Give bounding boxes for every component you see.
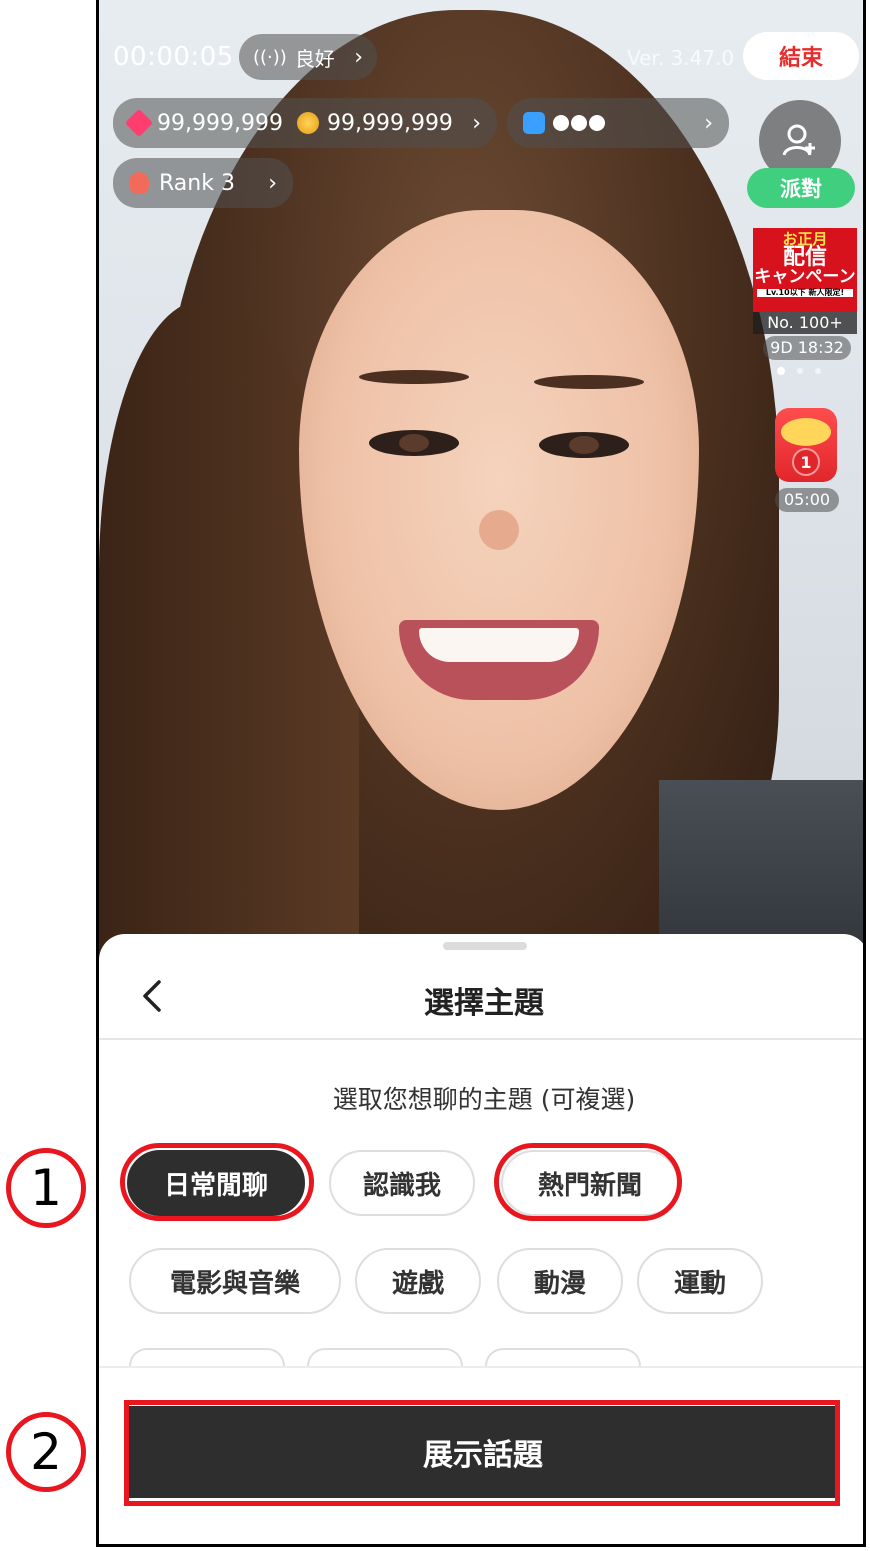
network-status-button[interactable]: ((·)) 良好 › xyxy=(239,34,377,80)
left-eye xyxy=(369,430,459,456)
bot-icon xyxy=(523,112,545,134)
left-eyebrow xyxy=(359,370,469,384)
sheet-drag-handle[interactable] xyxy=(443,942,527,950)
rank-button[interactable]: Rank 3 › xyxy=(113,158,293,208)
bear-icon xyxy=(129,172,149,194)
add-user-icon xyxy=(782,124,815,156)
topic-sheet: 選擇主題 選取您想聊的主題 (可複選) 日常閒聊 認識我 熱門新聞 電影與音樂 … xyxy=(99,934,863,1544)
campaign-line2: 配信 xyxy=(782,245,827,270)
check-dot-icon xyxy=(589,115,605,131)
points-value: 99,999,999 xyxy=(157,110,283,136)
red-envelope-timer: 05:00 xyxy=(775,488,839,512)
teeth xyxy=(419,628,579,662)
end-stream-button[interactable]: 結束 xyxy=(743,32,859,80)
campaign-banner[interactable]: お正月 配信 キャンペーン Lv.10以下 新人限定! xyxy=(753,228,857,312)
campaign-rank: No. 100+ xyxy=(753,312,857,334)
pager-dot-active xyxy=(777,367,785,375)
campaign-line3: キャンペーン xyxy=(754,267,856,287)
topic-tag-know-me[interactable]: 認識我 xyxy=(329,1150,475,1216)
chevron-right-icon: › xyxy=(704,110,713,136)
coin-icon xyxy=(296,112,319,134)
party-button[interactable]: 派對 xyxy=(747,168,855,208)
nose xyxy=(479,510,519,550)
coin-lid-icon xyxy=(781,418,831,446)
bot-dots xyxy=(553,115,607,131)
show-topic-button[interactable]: 展示話題 xyxy=(129,1406,837,1498)
rank-label: Rank 3 xyxy=(159,170,235,196)
chevron-right-icon: › xyxy=(268,170,277,196)
chevron-right-icon: › xyxy=(472,110,481,136)
red-envelope-count: 1 xyxy=(792,448,820,476)
topic-tag-sports[interactable]: 運動 xyxy=(637,1248,763,1314)
topic-tag-movies-music[interactable]: 電影與音樂 xyxy=(129,1248,341,1314)
star-gem-icon xyxy=(124,108,154,138)
title-divider xyxy=(99,1038,863,1040)
red-envelope-button[interactable]: 1 xyxy=(775,408,837,482)
right-eye xyxy=(539,432,629,458)
check-dot-icon xyxy=(571,115,587,131)
chevron-right-icon: › xyxy=(354,44,363,70)
coins-value: 99,999,999 xyxy=(326,110,453,136)
bot-status-button[interactable]: › xyxy=(507,98,729,148)
topic-tag-hot-news[interactable]: 熱門新聞 xyxy=(501,1150,679,1216)
topic-tag-partial[interactable] xyxy=(129,1348,285,1366)
check-dot-icon xyxy=(553,115,569,131)
step-marker-2: 2 xyxy=(6,1412,86,1492)
streamer-top xyxy=(659,780,863,960)
topic-tag-partial[interactable] xyxy=(485,1348,641,1366)
topic-tag-partial[interactable] xyxy=(307,1348,463,1366)
phone-screen: 00:00:05 ((·)) 良好 › Ver. 3.47.0 結束 99,99… xyxy=(96,0,866,1547)
list-bottom-divider xyxy=(99,1366,863,1368)
campaign-countdown: 9D 18:32 xyxy=(763,336,851,360)
live-video: 00:00:05 ((·)) 良好 › Ver. 3.47.0 結束 99,99… xyxy=(99,0,863,960)
sheet-subtitle: 選取您想聊的主題 (可複選) xyxy=(332,1085,636,1114)
step-marker-1: 1 xyxy=(6,1148,86,1228)
stats-button[interactable]: 99,999,999 99,999,999 › xyxy=(113,98,497,148)
pager-dot xyxy=(797,368,803,374)
topic-tag-games[interactable]: 遊戲 xyxy=(355,1248,481,1314)
stream-timer: 00:00:05 xyxy=(113,42,234,72)
topic-tag-anime[interactable]: 動漫 xyxy=(497,1248,623,1314)
signal-icon: ((·)) xyxy=(253,46,287,68)
sheet-title: 選擇主題 xyxy=(424,986,544,1021)
right-eyebrow xyxy=(534,375,644,389)
network-status-label: 良好 xyxy=(294,46,335,71)
banner-pager xyxy=(777,367,821,375)
topic-tag-daily-chat[interactable]: 日常閒聊 xyxy=(127,1150,305,1216)
pager-dot xyxy=(815,368,821,374)
campaign-line4: Lv.10以下 新人限定! xyxy=(757,289,853,297)
app-version: Ver. 3.47.0 xyxy=(627,46,735,70)
